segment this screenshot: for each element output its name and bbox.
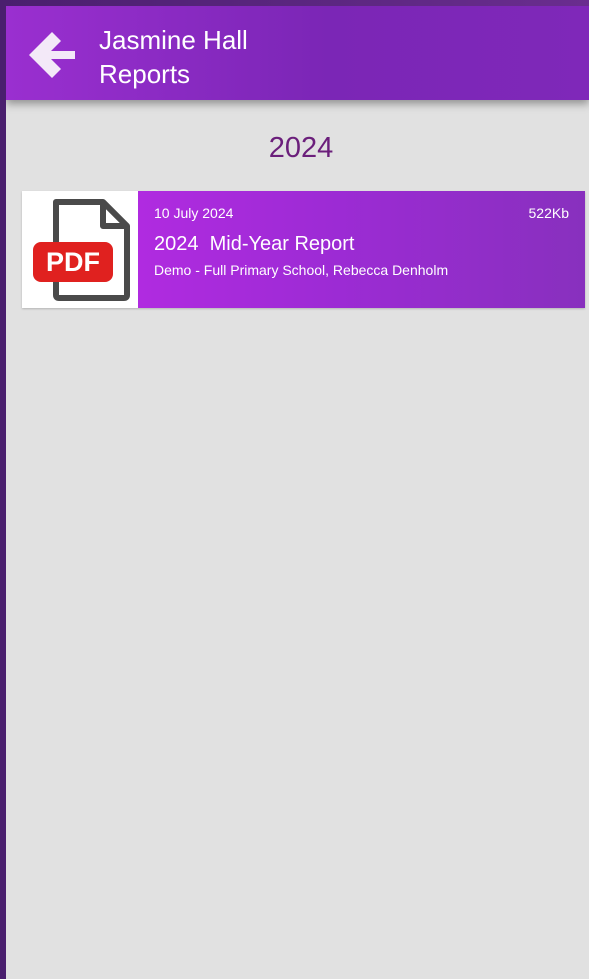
pdf-file-icon: PDF [33,199,130,301]
report-thumbnail: PDF [22,191,138,308]
arrow-left-icon [29,32,75,78]
student-name: Jasmine Hall [99,25,248,55]
year-heading: 2024 [268,132,334,164]
report-date: 10 July 2024 [154,205,234,221]
app-bar: Jasmine Hall Reports [6,6,589,100]
pdf-label: PDF [46,247,100,277]
report-details: 10 July 2024 522Kb 2024 Mid-Year Report … [138,191,585,308]
report-card[interactable]: PDF 10 July 2024 522Kb 2024 Mid-Year Rep… [22,191,585,308]
report-title: 2024 Mid-Year Report [154,233,355,255]
app-screen: Jasmine Hall Reports 2024 PDF 10 July 20… [6,6,589,979]
device-frame: Jasmine Hall Reports 2024 PDF 10 July 20… [0,0,589,979]
back-button[interactable] [23,26,81,84]
page-title: Jasmine Hall Reports [99,23,248,91]
page-subtitle: Reports [99,59,191,89]
report-file-size: 522Kb [528,205,569,221]
report-subtitle: Demo - Full Primary School, Rebecca Denh… [154,262,449,278]
